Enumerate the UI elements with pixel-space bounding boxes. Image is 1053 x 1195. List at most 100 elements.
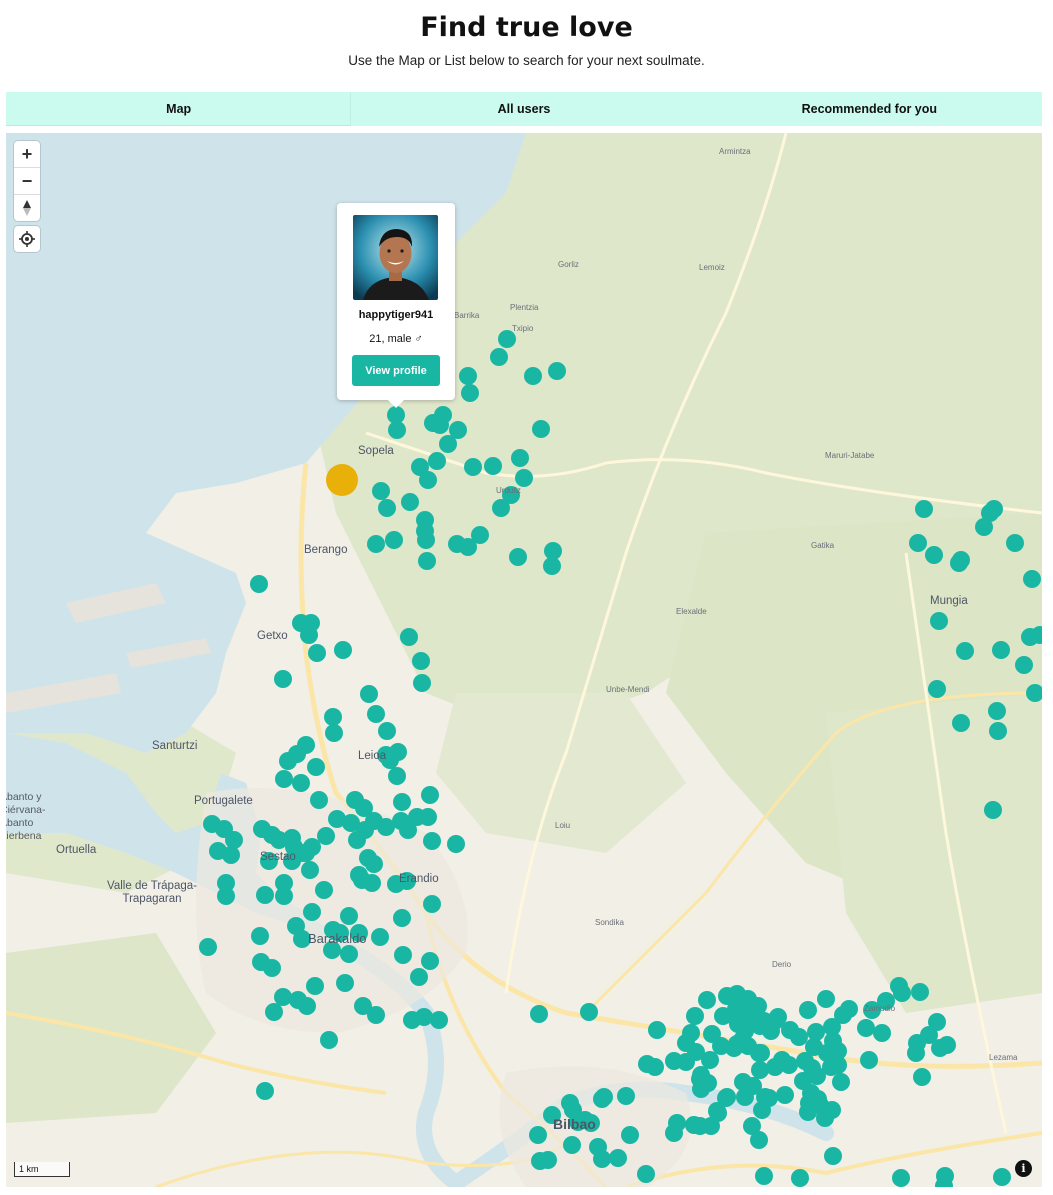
user-marker[interactable] [829,1056,847,1074]
user-marker[interactable] [225,831,243,849]
user-marker[interactable] [776,1086,794,1104]
tab-map[interactable]: Map [6,92,352,126]
user-marker[interactable] [860,1051,878,1069]
user-marker[interactable] [274,988,292,1006]
user-marker[interactable] [928,1013,946,1031]
user-marker[interactable] [515,469,533,487]
tab-all-users[interactable]: All users [351,92,696,126]
user-marker[interactable] [265,1003,283,1021]
user-marker[interactable] [334,641,352,659]
user-marker[interactable] [685,1116,703,1134]
user-marker[interactable] [750,1131,768,1149]
user-marker[interactable] [925,546,943,564]
user-marker[interactable] [388,421,406,439]
user-marker[interactable] [394,946,412,964]
user-marker[interactable] [275,887,293,905]
user-marker[interactable] [461,384,479,402]
user-marker[interactable] [909,534,927,552]
user-marker[interactable] [593,1090,611,1108]
user-marker[interactable] [300,626,318,644]
user-marker[interactable] [989,722,1007,740]
user-marker[interactable] [419,471,437,489]
user-marker[interactable] [913,1068,931,1086]
user-marker[interactable] [306,977,324,995]
user-marker[interactable] [421,952,439,970]
user-marker[interactable] [413,674,431,692]
user-marker[interactable] [751,1061,769,1079]
user-marker[interactable] [263,959,281,977]
user-marker[interactable] [718,1088,736,1106]
user-marker[interactable] [823,1101,841,1119]
user-marker[interactable] [199,938,217,956]
user-marker[interactable] [539,1151,557,1169]
user-marker[interactable] [317,827,335,845]
user-marker[interactable] [609,1149,627,1167]
user-marker[interactable] [428,452,446,470]
user-marker[interactable] [303,903,321,921]
user-marker[interactable] [423,832,441,850]
user-marker[interactable] [256,1082,274,1100]
user-marker[interactable] [915,500,933,518]
user-marker[interactable] [415,1008,433,1026]
user-marker[interactable] [952,714,970,732]
user-marker[interactable] [484,457,502,475]
user-marker[interactable] [400,628,418,646]
user-marker[interactable] [459,367,477,385]
user-marker[interactable] [308,644,326,662]
zoom-in-button[interactable]: + [14,141,40,168]
user-marker[interactable] [367,1006,385,1024]
user-marker[interactable] [310,791,328,809]
user-marker[interactable] [799,1001,817,1019]
user-marker[interactable] [250,575,268,593]
user-marker[interactable] [325,724,343,742]
user-marker[interactable] [279,752,297,770]
user-marker[interactable] [367,705,385,723]
user-marker[interactable] [790,1028,808,1046]
user-marker[interactable] [1023,570,1041,588]
user-marker[interactable] [686,1007,704,1025]
user-marker[interactable] [580,1003,598,1021]
user-marker[interactable] [307,758,325,776]
view-profile-button[interactable]: View profile [352,355,440,386]
user-marker[interactable] [378,499,396,517]
user-marker[interactable] [509,548,527,566]
user-marker[interactable] [791,1169,809,1187]
user-marker[interactable] [292,774,310,792]
user-marker[interactable] [956,642,974,660]
user-marker[interactable] [714,1007,732,1025]
user-marker[interactable] [412,652,430,670]
user-marker[interactable] [699,1074,717,1092]
user-marker[interactable] [401,493,419,511]
user-marker[interactable] [984,801,1002,819]
user-marker[interactable] [256,886,274,904]
user-marker[interactable] [388,767,406,785]
user-marker[interactable] [930,612,948,630]
user-marker[interactable] [817,990,835,1008]
user-marker[interactable] [988,702,1006,720]
user-marker[interactable] [511,449,529,467]
user-marker[interactable] [301,861,319,879]
user-marker[interactable] [762,1022,780,1040]
user-marker[interactable] [728,1035,746,1053]
user-marker[interactable] [593,1150,611,1168]
user-marker[interactable] [410,968,428,986]
user-marker[interactable] [418,552,436,570]
user-marker[interactable] [950,554,968,572]
user-marker[interactable] [336,974,354,992]
user-marker[interactable] [1015,656,1033,674]
user-marker[interactable] [353,871,371,889]
user-marker[interactable] [532,420,550,438]
user-marker[interactable] [315,881,333,899]
user-marker[interactable] [668,1114,686,1132]
user-marker[interactable] [297,844,315,862]
user-marker[interactable] [421,786,439,804]
geolocate-button[interactable] [14,226,40,252]
user-marker[interactable] [367,535,385,553]
attribution-info-icon[interactable]: i [1015,1160,1032,1177]
user-marker[interactable] [275,770,293,788]
user-marker[interactable] [808,1067,826,1085]
user-marker[interactable] [320,1031,338,1049]
user-marker[interactable] [824,1147,842,1165]
user-marker[interactable] [430,1011,448,1029]
user-marker[interactable] [701,1051,719,1069]
